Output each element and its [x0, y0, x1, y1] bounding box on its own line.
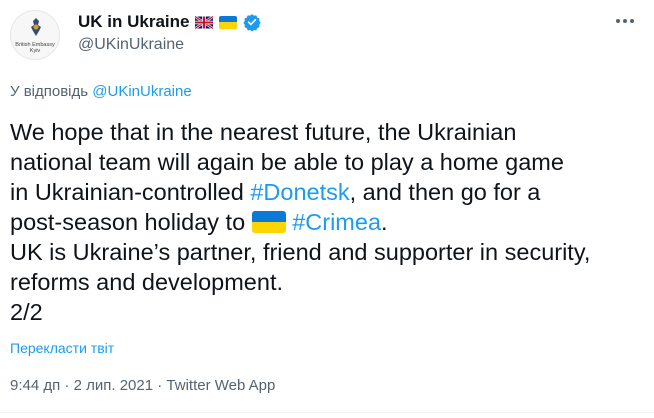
tweet-source[interactable]: Twitter Web App: [166, 377, 275, 394]
tweet-line: in Ukrainian-controlled #Donetsk, and th…: [10, 179, 541, 205]
avatar[interactable]: British Embassy Kyiv: [10, 10, 60, 60]
uk-flag-icon: [195, 15, 214, 29]
tweet-meta: 9:44 дп · 2 лип. 2021 · Twitter Web App: [10, 377, 276, 394]
tweet-time[interactable]: 9:44 дп: [10, 377, 60, 394]
tweet-line: reforms and development.: [10, 269, 284, 295]
reply-context: У відповідь @UKinUkraine: [10, 83, 192, 100]
tweet-line: post-season holiday to #Crimea.: [10, 209, 388, 235]
tweet-line: national team will again be able to play…: [10, 149, 564, 175]
avatar-caption: British Embassy Kyiv: [15, 42, 55, 54]
reply-prefix: У відповідь: [10, 83, 89, 100]
translate-tweet-link[interactable]: Перекласти твіт: [10, 340, 114, 356]
divider: [0, 412, 654, 413]
reply-mention-link[interactable]: @UKinUkraine: [92, 83, 191, 100]
tweet-date[interactable]: 2 лип. 2021: [74, 377, 153, 394]
tweet-text: We hope that in the nearest future, the …: [10, 117, 650, 327]
royal-crest-icon: [31, 18, 41, 36]
tweet-line: We hope that in the nearest future, the …: [10, 119, 517, 145]
ukraine-flag-icon: [219, 15, 238, 29]
account-name[interactable]: UK in Ukraine: [78, 11, 189, 33]
ukraine-flag-icon: [251, 211, 286, 233]
more-icon[interactable]: [614, 14, 636, 28]
tweet-line: 2/2: [10, 299, 43, 325]
verified-badge-icon: [243, 14, 262, 31]
tweet-line: UK is Ukraine’s partner, friend and supp…: [10, 239, 591, 265]
hashtag-donetsk-link[interactable]: #Donetsk: [250, 179, 349, 205]
hashtag-crimea-link[interactable]: #Crimea: [292, 209, 381, 235]
account-name-row: UK in Ukraine: [78, 11, 262, 33]
account-handle[interactable]: @UKinUkraine: [78, 36, 184, 54]
